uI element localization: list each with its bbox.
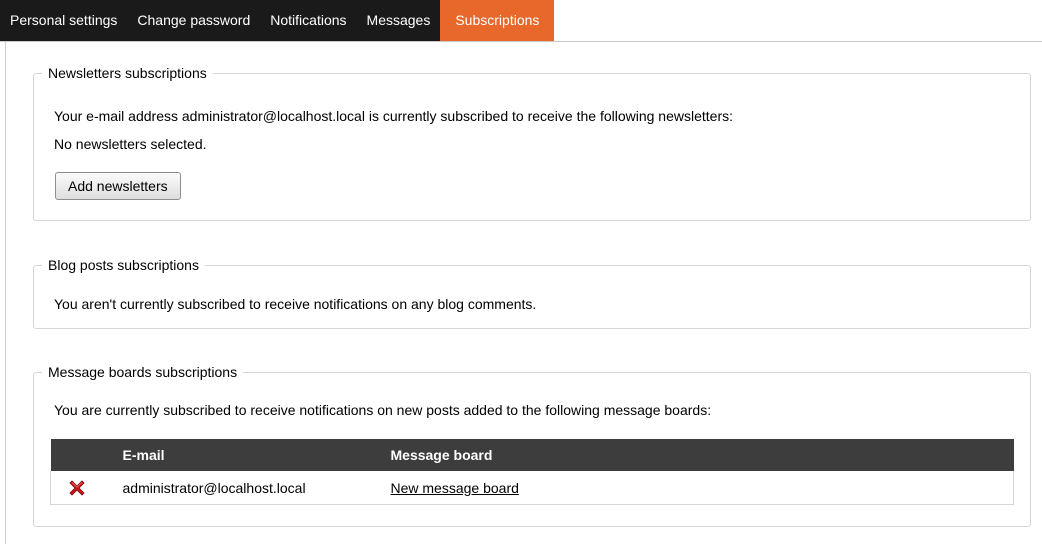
newsletters-legend: Newsletters subscriptions	[42, 63, 213, 83]
message-boards-legend: Message boards subscriptions	[42, 362, 244, 382]
newsletters-empty-text: No newsletters selected.	[54, 136, 207, 152]
tab-change-password[interactable]: Change password	[127, 0, 260, 41]
tab-strip: Personal settings Change password Notifi…	[0, 0, 555, 41]
tab-subscriptions[interactable]: Subscriptions	[440, 0, 555, 41]
content-left-border	[5, 42, 6, 544]
newsletters-description: Your e-mail address administrator@localh…	[54, 108, 733, 124]
message-boards-description: You are currently subscribed to receive …	[54, 402, 712, 418]
column-header-email[interactable]: E-mail	[122, 439, 391, 471]
blog-description: You aren't currently subscribed to recei…	[54, 296, 537, 312]
blog-section: Blog posts subscriptions You aren't curr…	[33, 255, 1031, 329]
message-board-link[interactable]: New message board	[391, 480, 519, 496]
tab-underline	[0, 41, 1042, 42]
row-actions-cell	[50, 471, 123, 505]
message-boards-table: E-mail Message board administrator@local…	[50, 439, 1014, 505]
add-newsletters-button[interactable]: Add newsletters	[55, 172, 181, 200]
delete-icon[interactable]	[67, 478, 87, 498]
tab-bar: Personal settings Change password Notifi…	[0, 0, 1042, 42]
row-email-cell: administrator@localhost.local	[122, 471, 391, 505]
table-header-row: E-mail Message board	[50, 439, 1014, 471]
tab-messages[interactable]: Messages	[357, 0, 441, 41]
column-header-actions	[50, 439, 123, 471]
row-board-cell: New message board	[390, 471, 1014, 505]
table-row: administrator@localhost.local New messag…	[50, 471, 1014, 505]
message-boards-section: Message boards subscriptions You are cur…	[33, 362, 1031, 527]
subscriptions-page: Personal settings Change password Notifi…	[0, 0, 1042, 544]
tab-personal-settings[interactable]: Personal settings	[0, 0, 127, 41]
blog-legend: Blog posts subscriptions	[42, 255, 205, 275]
newsletters-section: Newsletters subscriptions Your e-mail ad…	[33, 63, 1031, 221]
tab-notifications[interactable]: Notifications	[260, 0, 356, 41]
column-header-message-board[interactable]: Message board	[390, 439, 1014, 471]
